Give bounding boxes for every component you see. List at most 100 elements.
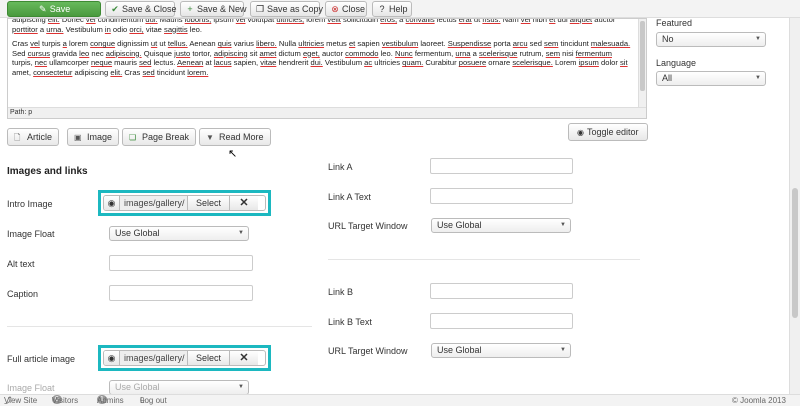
eye-icon: ◉ [577, 128, 584, 137]
link-b-text-label: Link B Text [328, 317, 372, 327]
toolbar: ✎ Save ✔ Save & Close + Save & New ❐ Save as… [0, 0, 800, 18]
article-button[interactable]: 🗋 Article [7, 128, 60, 146]
intro-image-label: Intro Image [7, 199, 53, 209]
image-float-label: Image Float [7, 229, 55, 239]
save-copy-button[interactable]: ❐ Save as Copy [250, 1, 324, 17]
logout-label: Log out [140, 396, 167, 405]
editor-scrollbar[interactable] [638, 19, 646, 109]
status-bar: ⤴ View Site 0 Visitors 1 Admins − 0 Log ou… [0, 394, 800, 406]
close-label: Close [342, 4, 366, 14]
url-target-b-label: URL Target Window [328, 346, 408, 356]
toggle-editor-label: Toggle editor [586, 127, 639, 137]
image-label: Image [87, 132, 113, 142]
link-b-label: Link B [328, 287, 354, 297]
chevron-down-icon: ▼ [206, 133, 214, 142]
featured-label: Featured [656, 18, 693, 28]
mouse-cursor-icon: ↖ [228, 148, 238, 160]
caret-down-icon: ▼ [755, 75, 761, 81]
editor-scroll-thumb[interactable] [640, 21, 645, 91]
url-target-a-label: URL Target Window [328, 221, 408, 231]
image-icon: ▣ [74, 133, 82, 142]
help-button[interactable]: ? Help [372, 1, 412, 17]
help-label: Help [389, 4, 408, 14]
featured-value: No [662, 34, 674, 44]
save-copy-label: Save as Copy [267, 4, 324, 14]
caption-input[interactable] [109, 285, 253, 301]
link-b-input[interactable] [430, 283, 573, 299]
full-image-select-button[interactable]: Select [188, 351, 230, 365]
divider [7, 326, 312, 327]
copyright: © Joomla 2013 [732, 396, 786, 405]
intro-image-field-highlight: ◉ images/gallery/ Select ✕ [98, 190, 271, 216]
page-break-icon: ❏ [129, 133, 137, 142]
full-image-float-label: Image Float [7, 383, 55, 393]
save-new-label: Save & New [197, 4, 247, 14]
check-icon: ✔ [111, 4, 119, 14]
url-target-a-value: Use Global [437, 220, 482, 230]
full-image-float-value: Use Global [115, 382, 160, 392]
intro-image-path[interactable]: images/gallery/ [120, 196, 188, 210]
close-button[interactable]: ⊗ Close [325, 1, 367, 17]
view-site-label: View Site [4, 396, 38, 405]
save-close-button[interactable]: ✔ Save & Close [105, 1, 177, 17]
caret-down-icon: ▼ [238, 230, 244, 236]
full-image-field-highlight: ◉ images/gallery/ Select ✕ [98, 345, 271, 371]
article-editor[interactable]: adipiscing elit. Donec vel condimentum d… [7, 18, 647, 119]
intro-image-select-button[interactable]: Select [188, 196, 230, 210]
toggle-editor-button[interactable]: ◉ Toggle editor [568, 123, 648, 141]
page-scrollbar[interactable] [789, 18, 800, 394]
language-label: Language [656, 58, 697, 68]
save-label: Save [49, 4, 71, 14]
link-a-text-input[interactable] [430, 188, 573, 204]
url-target-b-value: Use Global [437, 345, 482, 355]
page-break-button[interactable]: ❏ Page Break [122, 128, 197, 146]
url-target-a-select[interactable]: Use Global ▼ [431, 218, 571, 233]
full-image-path[interactable]: images/gallery/ [120, 351, 188, 365]
divider [328, 259, 640, 260]
editor-content[interactable]: adipiscing elit. Donec vel condimentum d… [12, 18, 632, 83]
language-select[interactable]: All ▼ [656, 71, 766, 86]
images-links-heading: Images and links [7, 166, 88, 177]
intro-image-field: ◉ images/gallery/ Select ✕ [103, 195, 266, 211]
image-button[interactable]: ▣ Image [67, 128, 120, 146]
image-float-select[interactable]: Use Global ▼ [109, 226, 249, 241]
preview-eye-icon[interactable]: ◉ [104, 196, 120, 210]
link-a-label: Link A [328, 162, 353, 172]
page-break-label: Page Break [142, 132, 190, 142]
read-more-label: Read More [219, 132, 264, 142]
link-a-text-label: Link A Text [328, 192, 371, 202]
close-icon: ⊗ [331, 4, 339, 14]
page-scroll-thumb[interactable] [792, 188, 798, 318]
full-image-float-select[interactable]: Use Global ▼ [109, 380, 249, 395]
help-icon: ? [379, 4, 385, 14]
featured-select[interactable]: No ▼ [656, 32, 766, 47]
image-float-value: Use Global [115, 228, 160, 238]
intro-image-clear-icon[interactable]: ✕ [230, 196, 258, 210]
caret-down-icon: ▼ [238, 384, 244, 390]
alt-text-label: Alt text [7, 259, 35, 269]
save-button[interactable]: ✎ Save [7, 1, 101, 17]
full-image-field: ◉ images/gallery/ Select ✕ [103, 350, 266, 366]
plus-icon: + [187, 4, 193, 14]
visitors-label: Visitors [52, 396, 79, 405]
save-close-label: Save & Close [122, 4, 177, 14]
language-value: All [662, 73, 673, 83]
preview-eye-icon[interactable]: ◉ [104, 351, 120, 365]
read-more-button[interactable]: ▼ Read More [199, 128, 271, 146]
save-new-button[interactable]: + Save & New [180, 1, 247, 17]
full-image-label: Full article image [7, 354, 76, 364]
alt-text-input[interactable] [109, 255, 253, 271]
save-icon: ✎ [38, 4, 47, 14]
caret-down-icon: ▼ [755, 36, 761, 42]
article-label: Article [27, 132, 53, 142]
link-a-input[interactable] [430, 158, 573, 174]
url-target-b-select[interactable]: Use Global ▼ [431, 343, 571, 358]
caret-down-icon: ▼ [560, 222, 566, 228]
article-icon: 🗋 [14, 133, 21, 142]
admins-label: Admins [97, 396, 124, 405]
full-image-clear-icon[interactable]: ✕ [230, 351, 258, 365]
copy-icon: ❐ [255, 4, 265, 14]
editor-paragraph-1: adipiscing elit. Donec vel condimentum d… [12, 18, 616, 34]
link-b-text-input[interactable] [430, 313, 573, 329]
caret-down-icon: ▼ [560, 347, 566, 353]
